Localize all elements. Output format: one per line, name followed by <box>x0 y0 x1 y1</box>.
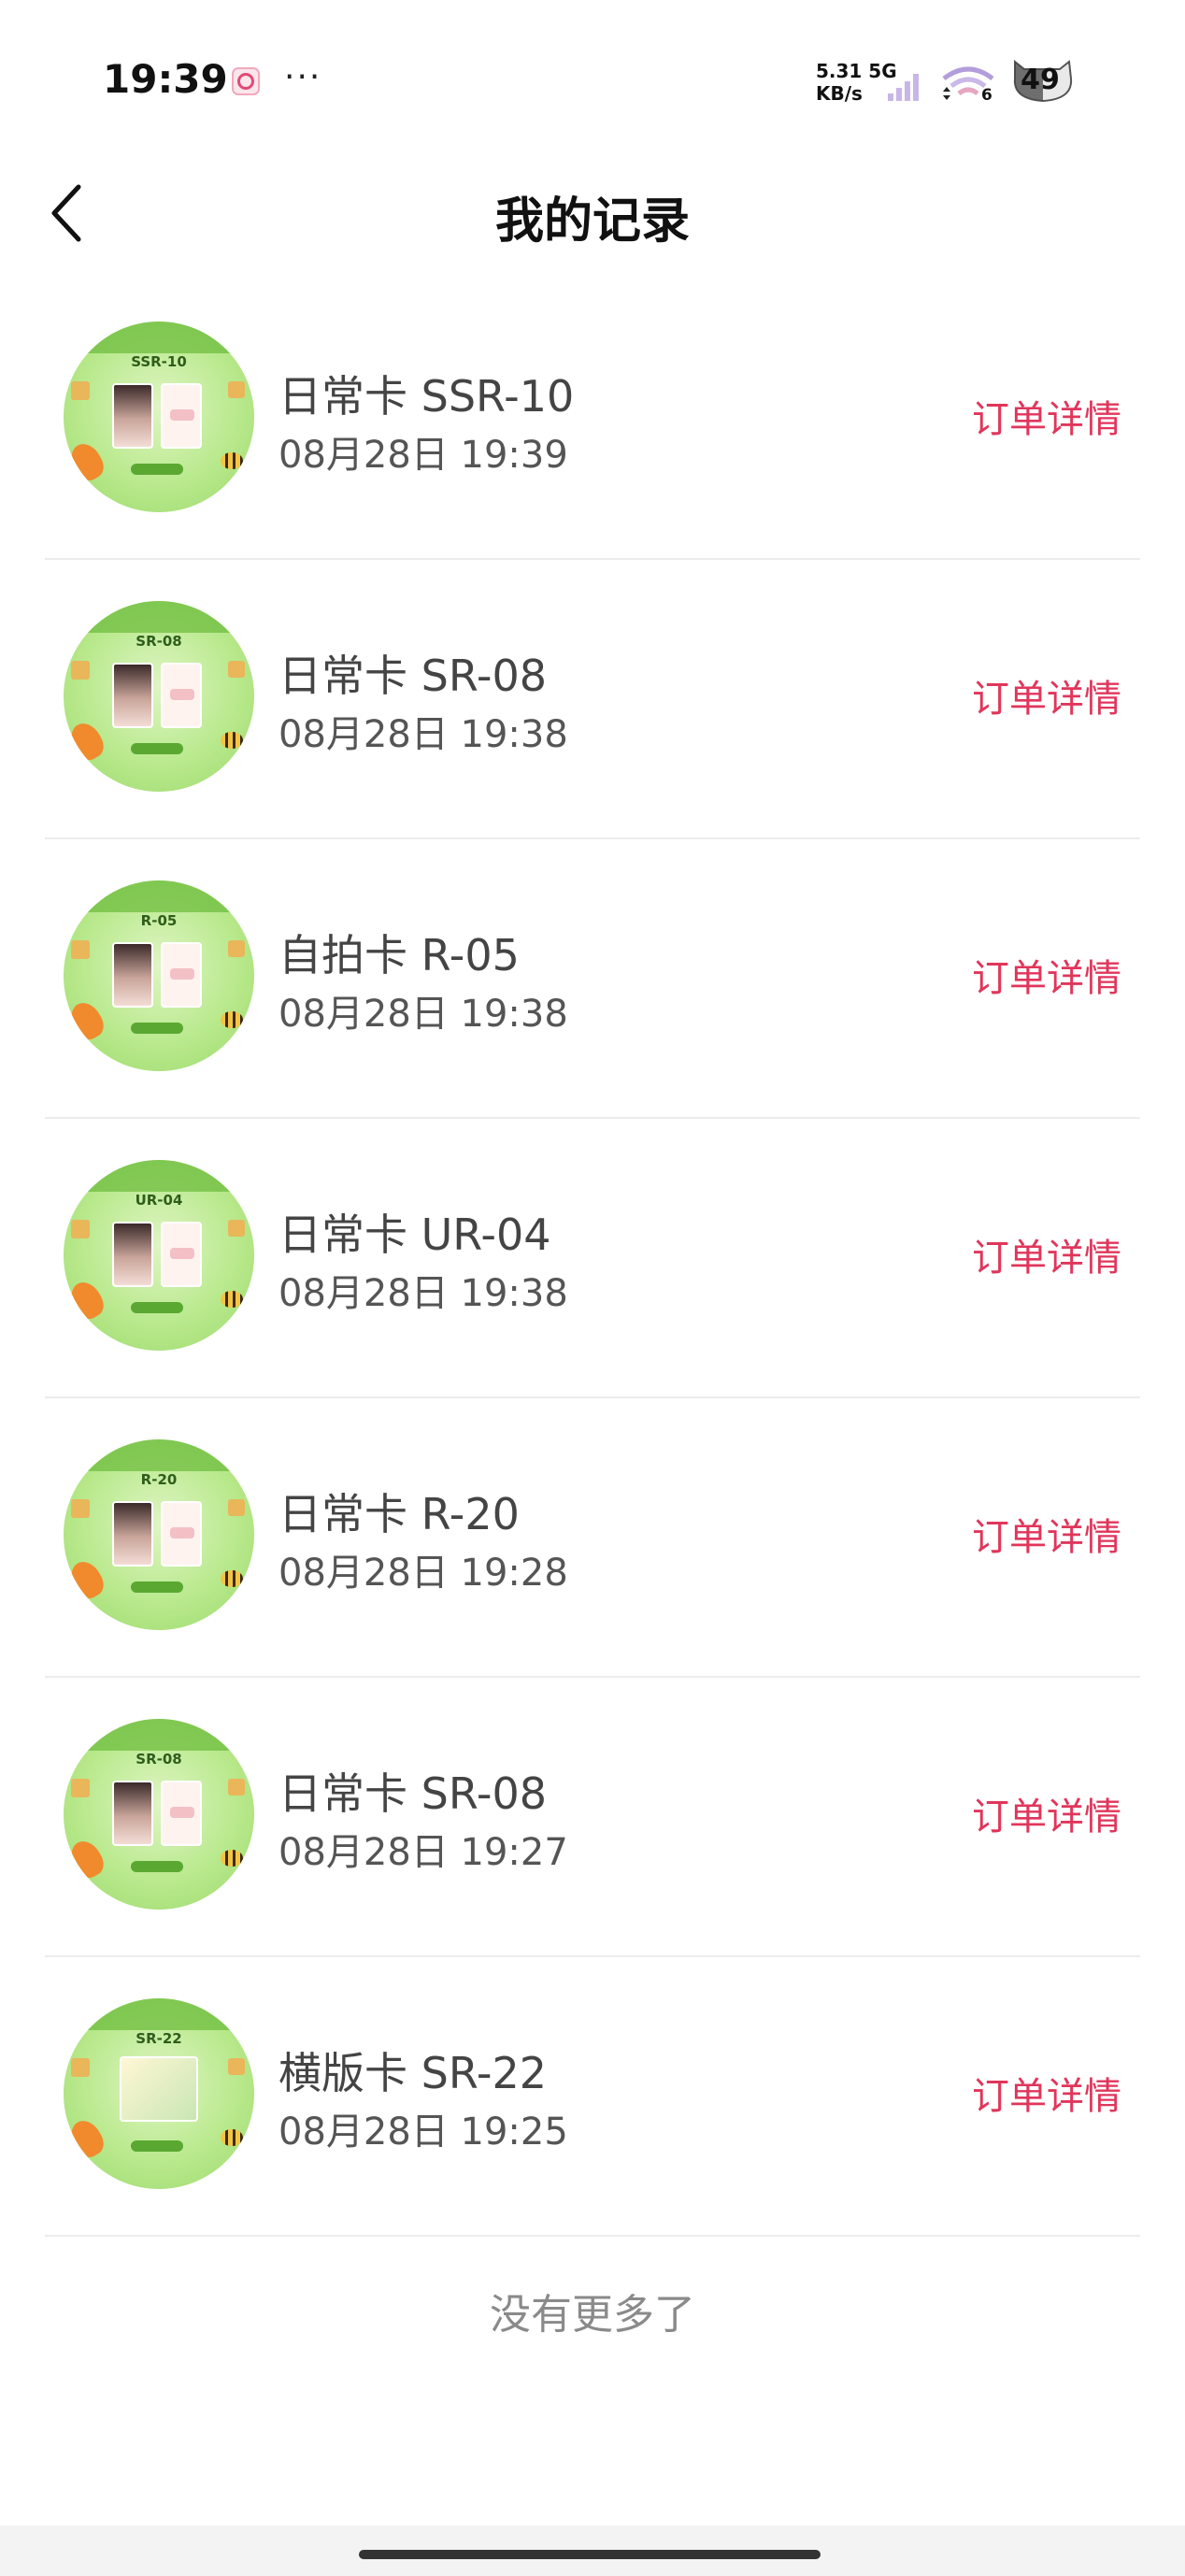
card-thumbnail: SR-08 <box>64 601 254 792</box>
record-title: 横版卡 SR-22 <box>278 2048 548 2098</box>
record-item[interactable]: R-05 自拍卡 R-05 08月28日 19:38 订单详情 <box>45 839 1140 1119</box>
network-speed-unit: KB/s <box>816 82 863 105</box>
thumbnail-code: UR-04 <box>135 1192 183 1209</box>
record-time: 08月28日 19:25 <box>278 2111 568 2154</box>
order-detail-link[interactable]: 订单详情 <box>972 668 1121 723</box>
thumbnail-code: SSR-10 <box>131 353 187 370</box>
record-item[interactable]: R-20 日常卡 R-20 08月28日 19:28 订单详情 <box>45 1398 1140 1678</box>
order-detail-link[interactable]: 订单详情 <box>972 1786 1121 1840</box>
page-title: 我的记录 <box>494 193 690 250</box>
record-title: 日常卡 SSR-10 <box>278 371 575 422</box>
record-title: 日常卡 SR-08 <box>278 1768 548 1819</box>
card-thumbnail: R-05 <box>64 880 254 1071</box>
network-speed: 5.31 5G KB/s <box>816 60 897 105</box>
record-time: 08月28日 19:27 <box>278 1831 568 1874</box>
no-more-text: 没有更多了 <box>490 2291 695 2339</box>
order-detail-link[interactable]: 订单详情 <box>972 389 1121 443</box>
home-indicator[interactable] <box>359 2550 821 2559</box>
order-detail-link[interactable]: 订单详情 <box>972 948 1121 1002</box>
wifi-number: 6 <box>981 86 992 105</box>
record-time: 08月28日 19:38 <box>278 713 568 756</box>
order-detail-link[interactable]: 订单详情 <box>972 2066 1121 2120</box>
more-notifications-icon: ··· <box>284 58 322 96</box>
card-thumbnail: SSR-10 <box>64 322 254 512</box>
record-title: 日常卡 R-20 <box>278 1489 520 1539</box>
order-detail-link[interactable]: 订单详情 <box>972 1227 1121 1281</box>
record-time: 08月28日 19:38 <box>278 993 568 1036</box>
card-thumbnail: SR-22 <box>64 1998 254 2189</box>
thumbnail-code: SR-08 <box>136 633 182 650</box>
page-header: 我的记录 <box>0 159 1185 271</box>
record-item[interactable]: UR-04 日常卡 UR-04 08月28日 19:38 订单详情 <box>45 1119 1140 1398</box>
signal-icon <box>888 74 919 101</box>
thumbnail-code: SR-22 <box>136 2030 182 2047</box>
record-item[interactable]: SR-08 日常卡 SR-08 08月28日 19:27 订单详情 <box>45 1678 1140 1957</box>
record-time: 08月28日 19:28 <box>278 1552 568 1595</box>
card-thumbnail: UR-04 <box>64 1160 254 1351</box>
thumbnail-code: SR-08 <box>136 1751 182 1767</box>
card-thumbnail: SR-08 <box>64 1719 254 1910</box>
record-title: 日常卡 SR-08 <box>278 651 548 701</box>
thumbnail-code: R-05 <box>140 912 178 929</box>
record-time: 08月28日 19:39 <box>278 434 568 477</box>
record-time: 08月28日 19:38 <box>278 1272 568 1315</box>
thumbnail-code: R-20 <box>140 1471 178 1488</box>
record-title: 自拍卡 R-05 <box>278 930 520 980</box>
order-detail-link[interactable]: 订单详情 <box>972 1507 1121 1561</box>
record-item[interactable]: SR-22 横版卡 SR-22 08月28日 19:25 订单详情 <box>45 1957 1140 2237</box>
record-item[interactable]: SR-08 日常卡 SR-08 08月28日 19:38 订单详情 <box>45 560 1140 839</box>
network-speed-value: 5.31 5G <box>816 60 897 82</box>
record-list: SSR-10 日常卡 SSR-10 08月28日 19:39 订单详情 SR-0… <box>0 280 1185 2237</box>
status-time: 19:39 <box>103 56 228 102</box>
record-title: 日常卡 UR-04 <box>278 1209 551 1260</box>
battery-level: 49 <box>1021 64 1060 96</box>
card-thumbnail: R-20 <box>64 1439 254 1630</box>
status-bar: 19:39 ··· 5.31 5G KB/s 6 49 <box>0 0 1185 140</box>
app-notification-icon <box>232 67 260 95</box>
record-item[interactable]: SSR-10 日常卡 SSR-10 08月28日 19:39 订单详情 <box>45 280 1140 560</box>
